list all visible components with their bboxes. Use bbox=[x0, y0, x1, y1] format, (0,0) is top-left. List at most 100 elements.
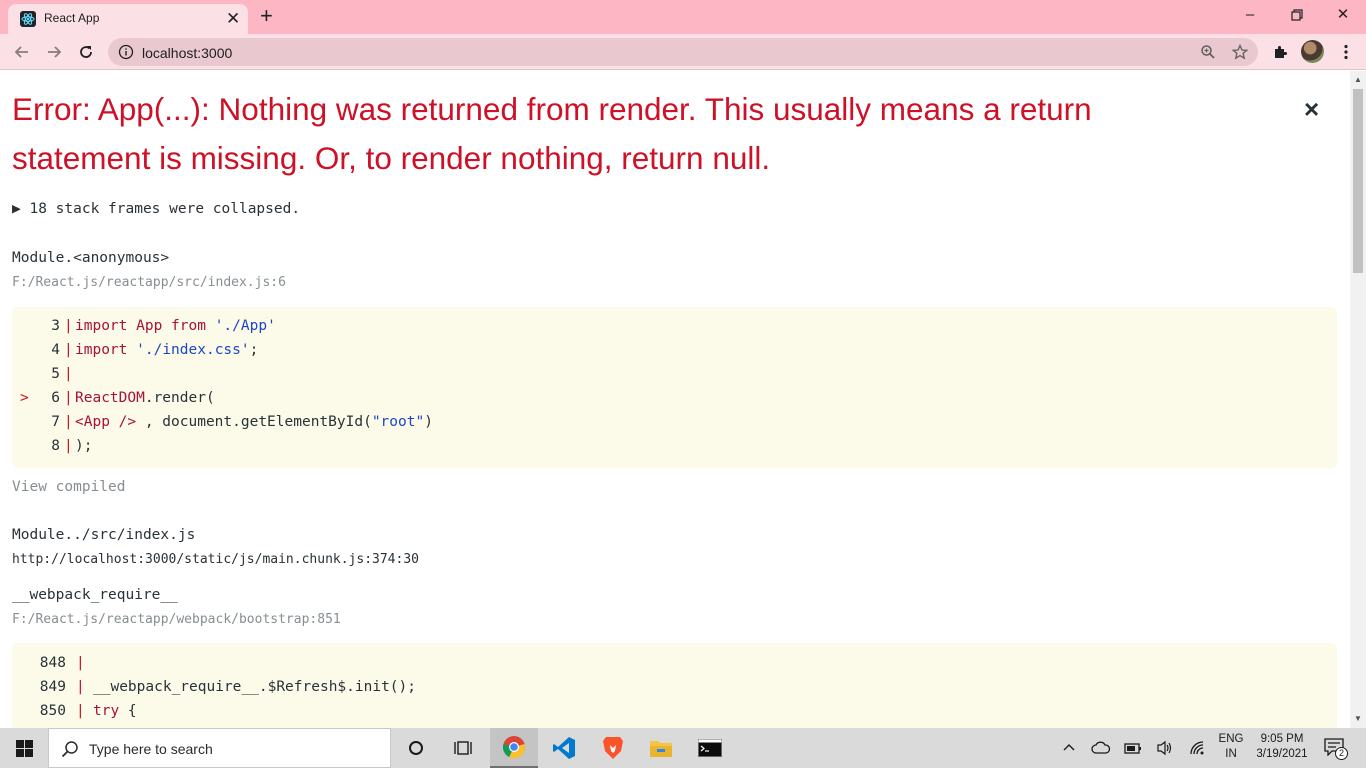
taskbar-search-box[interactable]: Type here to search bbox=[48, 728, 391, 768]
code-snippet: 3 | import App from './App' 4 | import './ind… bbox=[12, 307, 1337, 468]
collapsed-frames-toggle[interactable]: ▶ 18 stack frames were collapsed. bbox=[12, 201, 300, 217]
url-text: localhost:3000 bbox=[142, 45, 233, 61]
line-number: 850 bbox=[39, 703, 66, 719]
code-text: import App from './App' bbox=[75, 314, 276, 338]
browser-toolbar: localhost:3000 bbox=[0, 34, 1366, 70]
scroll-down-arrow-icon[interactable]: ▼ bbox=[1354, 715, 1362, 723]
windows-start-icon[interactable] bbox=[16, 740, 33, 757]
line-number: 6 bbox=[51, 390, 60, 406]
battery-icon[interactable] bbox=[1124, 740, 1142, 761]
address-bar[interactable]: localhost:3000 bbox=[108, 38, 1258, 66]
stack-frame-name: Module../src/index.js bbox=[12, 527, 196, 543]
code-text: ReactDOM.render( bbox=[75, 386, 215, 410]
stack-frame-location[interactable]: F:/React.js/reactapp/src/index.js:6 bbox=[12, 275, 286, 290]
close-overlay-icon[interactable]: × bbox=[1304, 96, 1319, 122]
code-line: 7 | <App /> , document.getElementById("roo… bbox=[12, 410, 1337, 434]
search-icon bbox=[61, 740, 79, 763]
code-token: App bbox=[127, 318, 172, 334]
code-text: __webpack_require__.$Refresh$.init(); bbox=[93, 675, 416, 699]
brave-taskbar-icon[interactable] bbox=[589, 728, 637, 768]
region-code: IN bbox=[1225, 748, 1237, 760]
line-number: 8 bbox=[51, 438, 60, 454]
code-text: import './index.css'; bbox=[75, 338, 258, 362]
code-text: ); bbox=[75, 434, 92, 458]
code-line: 4 | import './index.css'; bbox=[12, 338, 1337, 362]
error-title: Error: App(...): Nothing was returned fr… bbox=[12, 91, 1092, 176]
chrome-taskbar-icon[interactable] bbox=[490, 728, 538, 768]
gutter-separator: | bbox=[76, 679, 85, 695]
task-view-icon[interactable] bbox=[440, 728, 488, 768]
code-token: , document.getElementById( bbox=[136, 414, 372, 430]
stack-frame-location[interactable]: F:/React.js/reactapp/webpack/bootstrap:8… bbox=[12, 612, 341, 627]
clock[interactable]: 9:05 PM 3/19/2021 bbox=[1250, 732, 1314, 762]
react-favicon-icon bbox=[20, 11, 36, 27]
code-line: >6 | ReactDOM.render( bbox=[12, 386, 1337, 410]
zoom-icon[interactable] bbox=[1200, 44, 1216, 60]
code-token: "root" bbox=[371, 414, 425, 430]
close-window-icon[interactable]: ✕ bbox=[1331, 4, 1355, 26]
volume-icon[interactable] bbox=[1156, 740, 1174, 761]
code-token: ) bbox=[424, 414, 433, 430]
code-token: './App' bbox=[214, 318, 276, 334]
code-snippet: 848 | 849 | __webpack_require__.$Refresh$.in… bbox=[12, 643, 1337, 728]
line-number: 4 bbox=[51, 342, 60, 358]
windows-taskbar: Type here to search ENG IN 9:05 PM 3/19/… bbox=[0, 728, 1366, 768]
clock-time: 9:05 PM bbox=[1260, 733, 1304, 745]
terminal-icon[interactable] bbox=[686, 728, 734, 768]
line-number: 7 bbox=[51, 414, 60, 430]
stack-frame-name: __webpack_require__ bbox=[12, 587, 178, 603]
site-info-icon[interactable] bbox=[118, 44, 134, 60]
code-line: 849 | __webpack_require__.$Refresh$.init()… bbox=[12, 675, 1337, 699]
back-arrow-icon[interactable] bbox=[10, 40, 34, 64]
code-token: './index.css' bbox=[136, 342, 250, 358]
gutter-separator: | bbox=[64, 414, 73, 430]
onedrive-icon[interactable] bbox=[1091, 740, 1111, 761]
minimize-icon[interactable]: – bbox=[1238, 4, 1262, 26]
line-number: 849 bbox=[39, 679, 66, 695]
view-compiled-link[interactable]: View compiled bbox=[12, 479, 126, 495]
gutter-separator: | bbox=[64, 318, 73, 334]
code-line: 850 | try { bbox=[12, 699, 1337, 723]
vscode-taskbar-icon[interactable] bbox=[540, 728, 588, 768]
profile-avatar[interactable] bbox=[1301, 40, 1324, 63]
chevron-up-icon[interactable] bbox=[1062, 740, 1076, 759]
code-text: <App /> , document.getElementById("root"… bbox=[75, 410, 433, 434]
browser-tab[interactable]: React App ✕ bbox=[8, 4, 248, 34]
cortana-icon[interactable] bbox=[392, 728, 440, 768]
code-line: 5 | bbox=[12, 362, 1337, 386]
reload-icon[interactable] bbox=[74, 40, 98, 64]
code-line: 848 | bbox=[12, 651, 1337, 675]
scroll-up-arrow-icon[interactable]: ▲ bbox=[1354, 76, 1362, 84]
tab-title: React App bbox=[44, 11, 100, 25]
code-token: { bbox=[119, 703, 137, 719]
menu-kebab-icon[interactable] bbox=[1334, 40, 1358, 64]
scroll-thumb[interactable] bbox=[1353, 89, 1363, 273]
gutter-separator: | bbox=[64, 366, 73, 382]
gutter-separator: | bbox=[64, 438, 73, 454]
file-explorer-icon[interactable] bbox=[637, 728, 685, 768]
vertical-scrollbar[interactable]: ▲ ▼ bbox=[1350, 71, 1366, 728]
gutter-separator: | bbox=[76, 703, 85, 719]
wifi-icon[interactable] bbox=[1189, 740, 1207, 761]
tab-close-icon[interactable]: ✕ bbox=[226, 9, 240, 29]
stack-frame-location[interactable]: http://localhost:3000/static/js/main.chu… bbox=[12, 552, 419, 567]
code-text: try { bbox=[93, 699, 137, 723]
code-token: ReactDOM bbox=[75, 390, 145, 406]
code-line: 8 |); bbox=[12, 434, 1337, 458]
browser-tab-strip: React App ✕ + – ✕ bbox=[0, 0, 1366, 34]
line-number: 3 bbox=[51, 318, 60, 334]
new-tab-icon[interactable]: + bbox=[260, 4, 273, 28]
code-token: <App /> bbox=[75, 414, 137, 430]
code-line: 3 | import App from './App' bbox=[12, 314, 1337, 338]
notification-count-badge: 2 bbox=[1335, 747, 1348, 760]
restore-icon[interactable] bbox=[1285, 4, 1309, 28]
forward-arrow-icon[interactable] bbox=[42, 40, 66, 64]
clock-date: 3/19/2021 bbox=[1256, 748, 1308, 760]
notification-center-icon[interactable]: 2 bbox=[1324, 738, 1348, 760]
bookmark-star-icon[interactable] bbox=[1231, 43, 1249, 60]
code-token: ; bbox=[249, 342, 259, 358]
extensions-puzzle-icon[interactable] bbox=[1268, 40, 1292, 64]
language-indicator[interactable]: ENG IN bbox=[1214, 732, 1248, 762]
